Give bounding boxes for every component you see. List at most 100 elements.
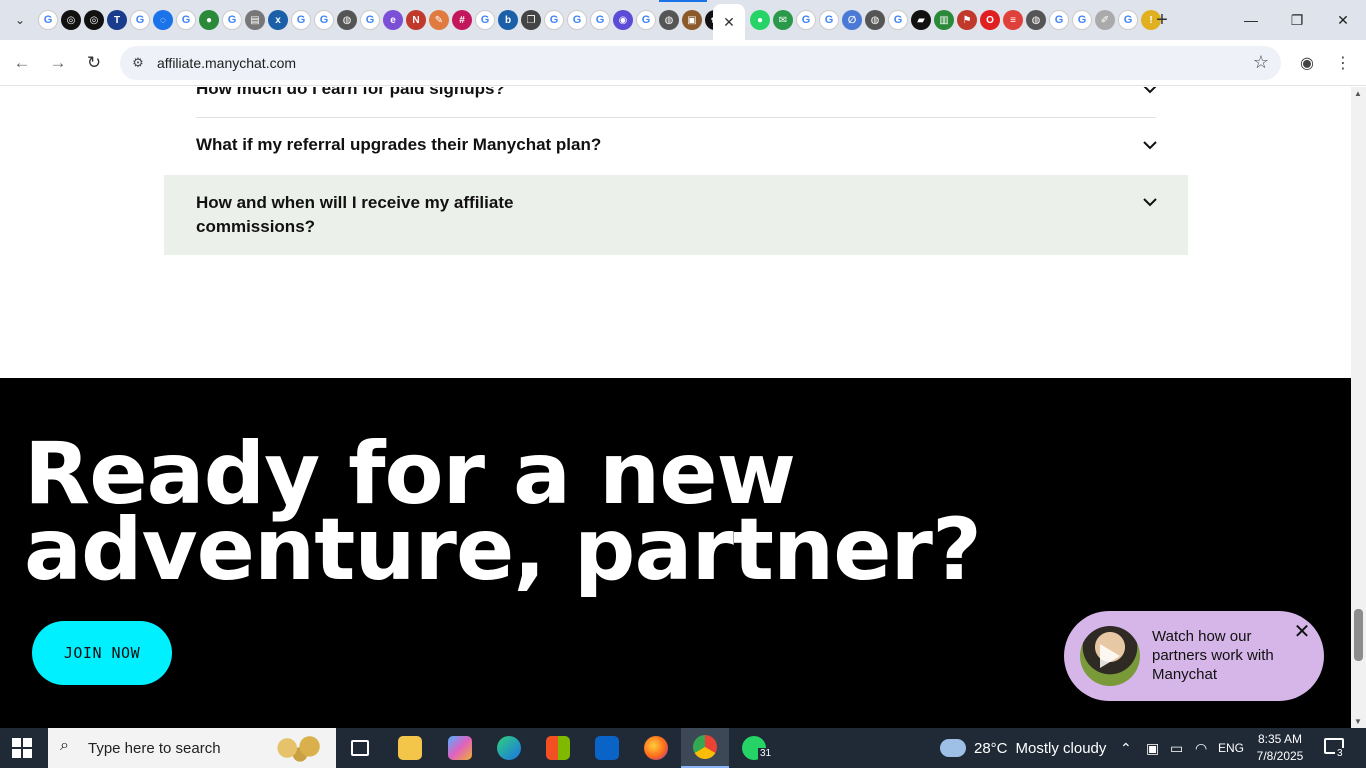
opera-icon[interactable]: O — [980, 10, 1000, 30]
copy-icon[interactable]: ❐ — [521, 10, 541, 30]
google-icon[interactable]: G — [176, 10, 196, 30]
google-icon[interactable]: G — [544, 10, 564, 30]
edge-icon[interactable]: e — [383, 10, 403, 30]
bing-icon[interactable]: b — [498, 10, 518, 30]
edge-icon[interactable] — [485, 728, 533, 768]
slack-icon[interactable]: # — [452, 10, 472, 30]
globe-icon[interactable]: ◍ — [1026, 10, 1046, 30]
whatsapp-icon[interactable]: ● — [750, 10, 770, 30]
brush-icon[interactable]: ✎ — [429, 10, 449, 30]
video-popup-text[interactable]: Watch how our partners work with Manycha… — [1152, 627, 1302, 684]
chatgpt-icon[interactable]: ◎ — [84, 10, 104, 30]
wifi-icon[interactable]: ◠ — [1195, 740, 1207, 757]
printer-icon[interactable]: ▤ — [245, 10, 265, 30]
microsoft-store-icon[interactable] — [534, 728, 582, 768]
site-settings-icon[interactable]: ⚙ — [128, 53, 148, 73]
message-icon[interactable]: ✉ — [773, 10, 793, 30]
google-icon[interactable]: G — [888, 10, 908, 30]
back-arrow-icon[interactable]: ← — [9, 50, 35, 76]
chevron-down-icon[interactable] — [1142, 196, 1158, 208]
google-icon[interactable]: G — [819, 10, 839, 30]
ttp-icon[interactable]: T — [107, 10, 127, 30]
task-view-icon[interactable] — [336, 728, 384, 768]
globe-green-icon[interactable]: ● — [199, 10, 219, 30]
google-icon[interactable]: G — [796, 10, 816, 30]
battery-icon[interactable]: ▭ — [1170, 740, 1183, 757]
google-icon[interactable]: G — [38, 10, 58, 30]
stripes-icon[interactable]: ≡ — [1003, 10, 1023, 30]
scroll-up-arrow-icon[interactable]: ▲ — [1354, 89, 1362, 98]
google-icon[interactable]: G — [360, 10, 380, 30]
flag-icon[interactable]: ⚑ — [957, 10, 977, 30]
profile-icon[interactable]: ◉ — [1294, 50, 1320, 76]
loading-icon[interactable]: ◌ — [153, 10, 173, 30]
tab-strip: ⌄ G◎◎TG◌G●G▤xGG◍GeN✎#Gb❐GGG◉G◍▣✿ ✕ ●✉GG∅… — [0, 0, 1366, 40]
chevron-down-icon[interactable] — [1142, 139, 1158, 151]
restore-button[interactable]: ❐ — [1274, 0, 1320, 40]
google-icon[interactable]: G — [590, 10, 610, 30]
url-text[interactable]: affiliate.manychat.com — [157, 55, 296, 71]
faq-question-paid-signups[interactable]: How much do I earn for paid signups? — [196, 87, 1156, 99]
xf-icon[interactable]: x — [268, 10, 288, 30]
notes-icon[interactable]: ▰ — [911, 10, 931, 30]
faq-question-commissions[interactable]: How and when will I receive my affiliate… — [196, 191, 1156, 239]
google-icon[interactable]: G — [636, 10, 656, 30]
chart-icon[interactable]: ▥ — [934, 10, 954, 30]
active-tab[interactable]: ✕ — [713, 4, 745, 40]
google-icon[interactable]: G — [475, 10, 495, 30]
copilot-icon[interactable] — [436, 728, 484, 768]
join-now-button[interactable]: JOIN NOW — [32, 621, 172, 685]
video-thumbnail[interactable] — [1080, 626, 1140, 686]
firefox-icon[interactable] — [632, 728, 680, 768]
chatgpt-icon[interactable]: ◎ — [61, 10, 81, 30]
tab-favicons-right: ● ✉ G G ∅ ◍ G ▰ ▥ ⚑ O ≡ ◍ G G ✐ G! — [750, 10, 1161, 30]
chrome-icon[interactable] — [681, 728, 729, 768]
faq-question-referral-upgrades[interactable]: What if my referral upgrades their Manyc… — [196, 135, 1156, 155]
search-icon: ⌕ — [60, 737, 69, 754]
forward-arrow-icon[interactable]: → — [45, 50, 71, 76]
google-icon[interactable]: G — [1118, 10, 1138, 30]
windows-start-icon[interactable] — [12, 738, 34, 758]
globe-icon[interactable]: ◍ — [337, 10, 357, 30]
google-icon[interactable]: G — [1049, 10, 1069, 30]
minimize-button[interactable]: — — [1228, 0, 1274, 40]
news-icon[interactable]: N — [406, 10, 426, 30]
vertical-scrollbar[interactable]: ▲ ▼ — [1351, 87, 1366, 728]
weather-widget[interactable]: 28°C Mostly cloudy — [940, 728, 1106, 768]
file-explorer-icon[interactable] — [386, 728, 434, 768]
address-bar[interactable]: ⚙ affiliate.manychat.com ☆ — [120, 46, 1281, 80]
clock[interactable]: 8:35 AM 7/8/2025 — [1246, 731, 1314, 765]
scroll-down-arrow-icon[interactable]: ▼ — [1354, 717, 1362, 726]
whatsapp-icon[interactable]: 31 — [730, 728, 778, 768]
search-placeholder: Type here to search — [88, 740, 221, 757]
language-indicator[interactable]: ENG — [1218, 741, 1244, 755]
link-icon[interactable]: ∅ — [842, 10, 862, 30]
close-icon[interactable]: ✕ — [1292, 622, 1312, 643]
close-tab-icon[interactable]: ✕ — [723, 14, 735, 31]
tab-search-chevron-icon[interactable]: ⌄ — [8, 8, 32, 32]
globe-icon[interactable]: ◍ — [659, 10, 679, 30]
chevron-up-icon[interactable]: ⌃ — [1120, 740, 1132, 757]
meet-now-icon[interactable]: ▣ — [1146, 740, 1159, 757]
scroll-thumb[interactable] — [1354, 609, 1363, 661]
google-icon[interactable]: G — [291, 10, 311, 30]
play-icon[interactable] — [1100, 644, 1120, 668]
google-icon[interactable]: G — [130, 10, 150, 30]
chevron-down-icon[interactable] — [1142, 87, 1158, 95]
outlook-icon[interactable] — [583, 728, 631, 768]
close-window-button[interactable]: ✕ — [1320, 0, 1366, 40]
pen-icon[interactable]: ✐ — [1095, 10, 1115, 30]
google-icon[interactable]: G — [222, 10, 242, 30]
globe-icon[interactable]: ◍ — [865, 10, 885, 30]
new-tab-button[interactable]: + — [1150, 8, 1174, 32]
google-icon[interactable]: G — [567, 10, 587, 30]
google-icon[interactable]: G — [314, 10, 334, 30]
bookmark-star-icon[interactable]: ☆ — [1253, 52, 1269, 73]
reload-icon[interactable]: ↻ — [81, 50, 107, 76]
taskbar-search-box[interactable]: ⌕ Type here to search — [48, 728, 336, 768]
circle-icon[interactable]: ◉ — [613, 10, 633, 30]
menu-kebab-icon[interactable]: ⋮ — [1330, 50, 1356, 76]
google-icon[interactable]: G — [1072, 10, 1092, 30]
photo-icon[interactable]: ▣ — [682, 10, 702, 30]
video-popup[interactable]: Watch how our partners work with Manycha… — [1064, 611, 1324, 701]
